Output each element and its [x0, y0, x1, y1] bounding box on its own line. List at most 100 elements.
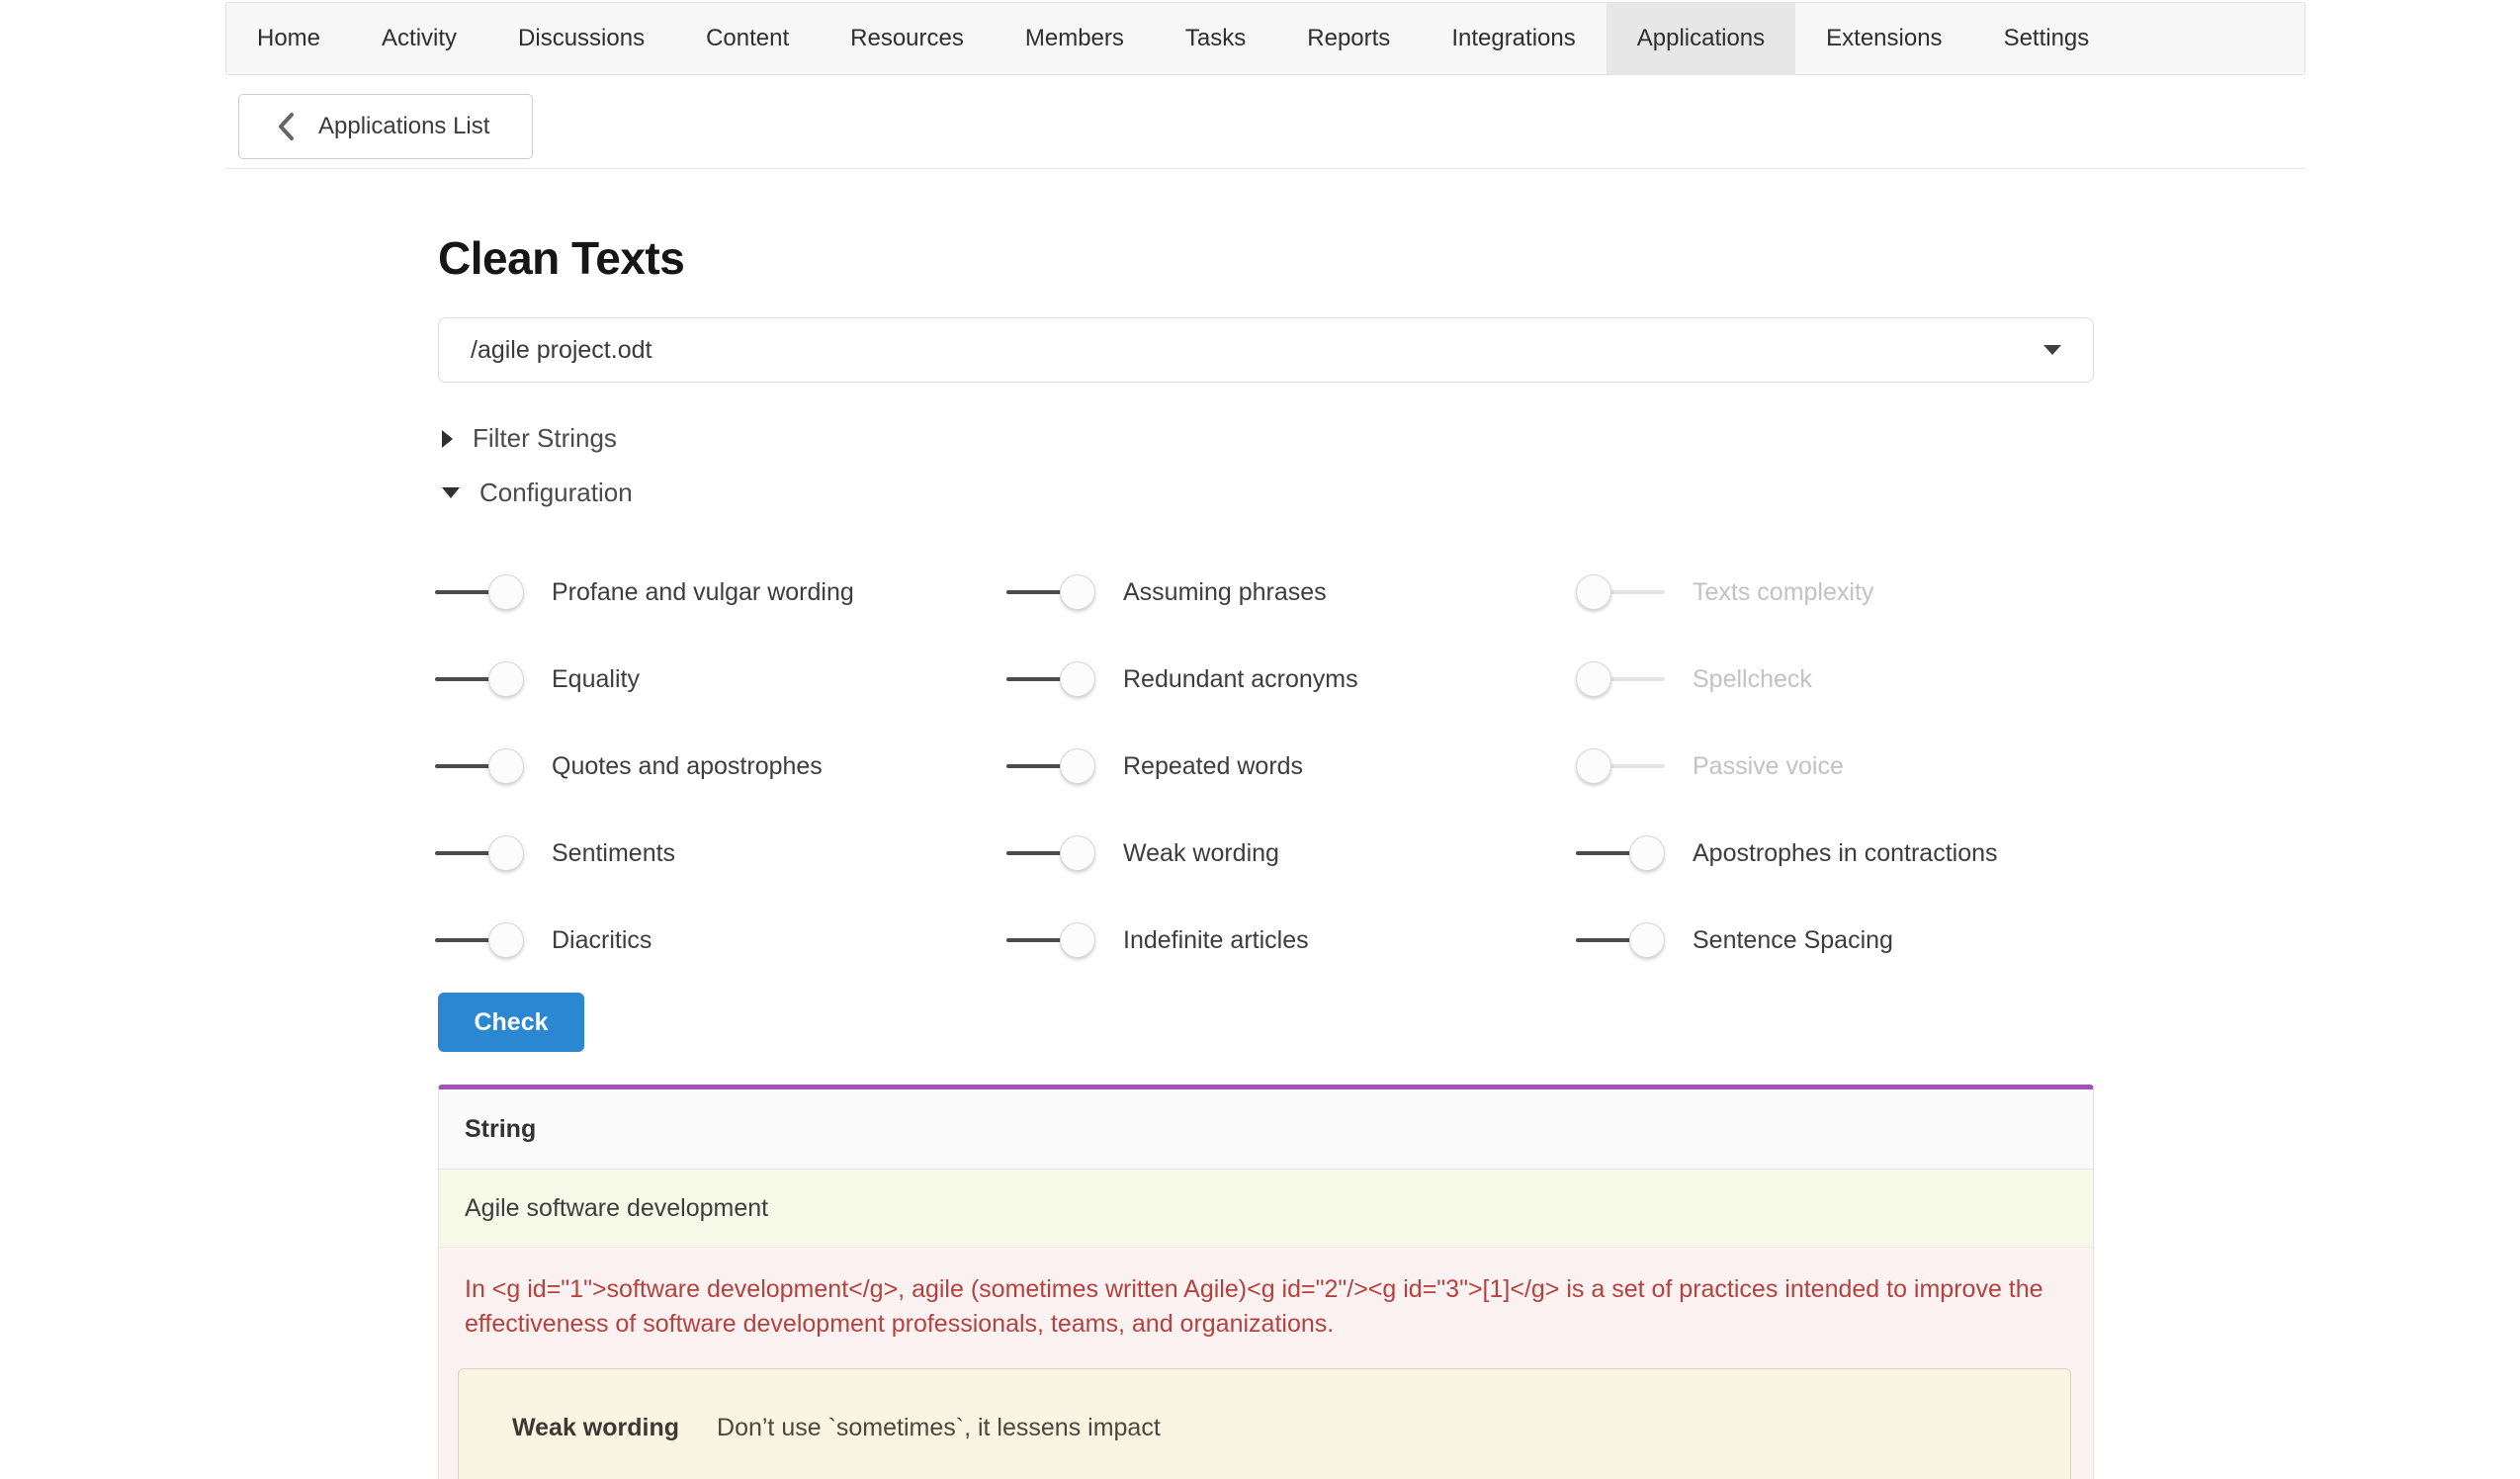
- switch-track: [435, 938, 490, 942]
- switch-knob[interactable]: [488, 661, 524, 697]
- chevron-down-icon: [442, 487, 460, 498]
- nav-item-extensions[interactable]: Extensions: [1795, 3, 1972, 74]
- section-toggle-configuration[interactable]: Configuration: [442, 478, 633, 508]
- nav-item-activity[interactable]: Activity: [351, 3, 487, 74]
- toggle-switch-spellcheck[interactable]: [1576, 661, 1665, 697]
- toggle-switch-equality[interactable]: [435, 661, 524, 697]
- switch-track: [1006, 851, 1062, 855]
- toggle-switch-weak-wording[interactable]: [1006, 835, 1095, 871]
- toggle-switch-quotes-and-apostrophes[interactable]: [435, 748, 524, 784]
- back-to-applications-list-button[interactable]: Applications List: [238, 94, 533, 159]
- switch-track: [435, 677, 490, 681]
- toggle-item-spellcheck: Spellcheck: [1576, 661, 1998, 697]
- switch-track: [1006, 677, 1062, 681]
- switch-knob[interactable]: [1060, 574, 1095, 610]
- toggle-label: Equality: [552, 665, 640, 694]
- switch-knob[interactable]: [1576, 748, 1611, 784]
- switch-track: [1609, 764, 1665, 768]
- toggle-item-passive-voice: Passive voice: [1576, 748, 1998, 784]
- toggle-item-assuming-phrases: Assuming phrases: [1006, 574, 1576, 610]
- toggle-switch-indefinite-articles[interactable]: [1006, 922, 1095, 958]
- back-button-label: Applications List: [318, 113, 489, 140]
- toggle-switch-redundant-acronyms[interactable]: [1006, 661, 1095, 697]
- toggles-grid: Profane and vulgar wording Assuming phras…: [435, 549, 1998, 984]
- switch-knob[interactable]: [1060, 661, 1095, 697]
- toggle-switch-apostrophes-in-contractions[interactable]: [1576, 835, 1665, 871]
- toggle-label: Quotes and apostrophes: [552, 752, 823, 781]
- toggle-switch-assuming-phrases[interactable]: [1006, 574, 1095, 610]
- nav-item-tasks[interactable]: Tasks: [1155, 3, 1276, 74]
- switch-track: [1006, 938, 1062, 942]
- file-select[interactable]: /agile project.odt: [438, 317, 2094, 383]
- toggle-label: Texts complexity: [1693, 578, 1873, 607]
- toggle-item-weak-wording: Weak wording: [1006, 835, 1576, 871]
- switch-track: [1576, 851, 1631, 855]
- result-detail: In <g id="1">software development</g>, a…: [439, 1248, 2093, 1479]
- chevron-left-icon: [277, 112, 295, 141]
- toggle-switch-diacritics[interactable]: [435, 922, 524, 958]
- toggle-switch-passive-voice[interactable]: [1576, 748, 1665, 784]
- toggle-switch-profane-and-vulgar-wording[interactable]: [435, 574, 524, 610]
- page-title: Clean Texts: [438, 231, 684, 285]
- nav-item-reports[interactable]: Reports: [1276, 3, 1421, 74]
- toggle-label: Redundant acronyms: [1123, 665, 1358, 694]
- nav-item-applications[interactable]: Applications: [1607, 3, 1795, 74]
- toggle-item-sentiments: Sentiments: [435, 835, 1006, 871]
- toggle-switch-sentence-spacing[interactable]: [1576, 922, 1665, 958]
- issue-box: Weak wording Don’t use `sometimes`, it l…: [458, 1368, 2071, 1479]
- toggle-label: Spellcheck: [1693, 665, 1812, 694]
- switch-knob[interactable]: [488, 748, 524, 784]
- toggle-switch-texts-complexity[interactable]: [1576, 574, 1665, 610]
- toggle-label: Assuming phrases: [1123, 578, 1327, 607]
- result-string-row[interactable]: Agile software development: [439, 1170, 2093, 1248]
- switch-knob[interactable]: [488, 574, 524, 610]
- switch-track: [1006, 764, 1062, 768]
- toggle-label: Sentiments: [552, 839, 675, 868]
- toggle-item-apostrophes-in-contractions: Apostrophes in contractions: [1576, 835, 1998, 871]
- check-button[interactable]: Check: [438, 993, 584, 1052]
- switch-knob[interactable]: [1629, 922, 1665, 958]
- nav-item-content[interactable]: Content: [675, 3, 820, 74]
- switch-track: [1576, 938, 1631, 942]
- toggle-label: Weak wording: [1123, 839, 1279, 868]
- switch-knob[interactable]: [1060, 922, 1095, 958]
- nav-item-resources[interactable]: Resources: [820, 3, 995, 74]
- nav-item-home[interactable]: Home: [226, 3, 351, 74]
- switch-knob[interactable]: [1060, 835, 1095, 871]
- toggle-label: Indefinite articles: [1123, 926, 1309, 955]
- results-panel: String Agile software development In <g …: [438, 1085, 2094, 1479]
- toggle-switch-sentiments[interactable]: [435, 835, 524, 871]
- switch-track: [1609, 677, 1665, 681]
- toggle-label: Repeated words: [1123, 752, 1303, 781]
- nav-item-integrations[interactable]: Integrations: [1421, 3, 1606, 74]
- switch-knob[interactable]: [1576, 574, 1611, 610]
- toggle-item-equality: Equality: [435, 661, 1006, 697]
- section-toggle-filter-strings[interactable]: Filter Strings: [442, 423, 617, 454]
- toggle-item-quotes-and-apostrophes: Quotes and apostrophes: [435, 748, 1006, 784]
- switch-knob[interactable]: [1060, 748, 1095, 784]
- file-select-value: /agile project.odt: [471, 336, 652, 365]
- issue-type: Weak wording: [512, 1414, 679, 1442]
- switch-track: [1006, 590, 1062, 594]
- top-nav: HomeActivityDiscussionsContentResourcesM…: [225, 2, 2305, 75]
- nav-item-discussions[interactable]: Discussions: [487, 3, 675, 74]
- switch-knob[interactable]: [1576, 661, 1611, 697]
- switch-knob[interactable]: [1629, 835, 1665, 871]
- toggle-label: Diacritics: [552, 926, 652, 955]
- switch-knob[interactable]: [488, 922, 524, 958]
- chevron-down-icon: [2043, 345, 2061, 355]
- toggle-item-indefinite-articles: Indefinite articles: [1006, 922, 1576, 958]
- diff-text: In <g id="1">software development</g>, a…: [465, 1272, 2063, 1342]
- nav-item-settings[interactable]: Settings: [1973, 3, 2121, 74]
- toggle-switch-repeated-words[interactable]: [1006, 748, 1095, 784]
- toggle-item-profane-and-vulgar-wording: Profane and vulgar wording: [435, 574, 1006, 610]
- toggle-label: Profane and vulgar wording: [552, 578, 854, 607]
- nav-item-members[interactable]: Members: [995, 3, 1155, 74]
- results-header: String: [439, 1089, 2093, 1170]
- toggle-label: Passive voice: [1693, 752, 1844, 781]
- switch-knob[interactable]: [488, 835, 524, 871]
- toggle-item-repeated-words: Repeated words: [1006, 748, 1576, 784]
- toggle-label: Apostrophes in contractions: [1693, 839, 1998, 868]
- toggle-item-sentence-spacing: Sentence Spacing: [1576, 922, 1998, 958]
- section-label: Filter Strings: [473, 423, 617, 454]
